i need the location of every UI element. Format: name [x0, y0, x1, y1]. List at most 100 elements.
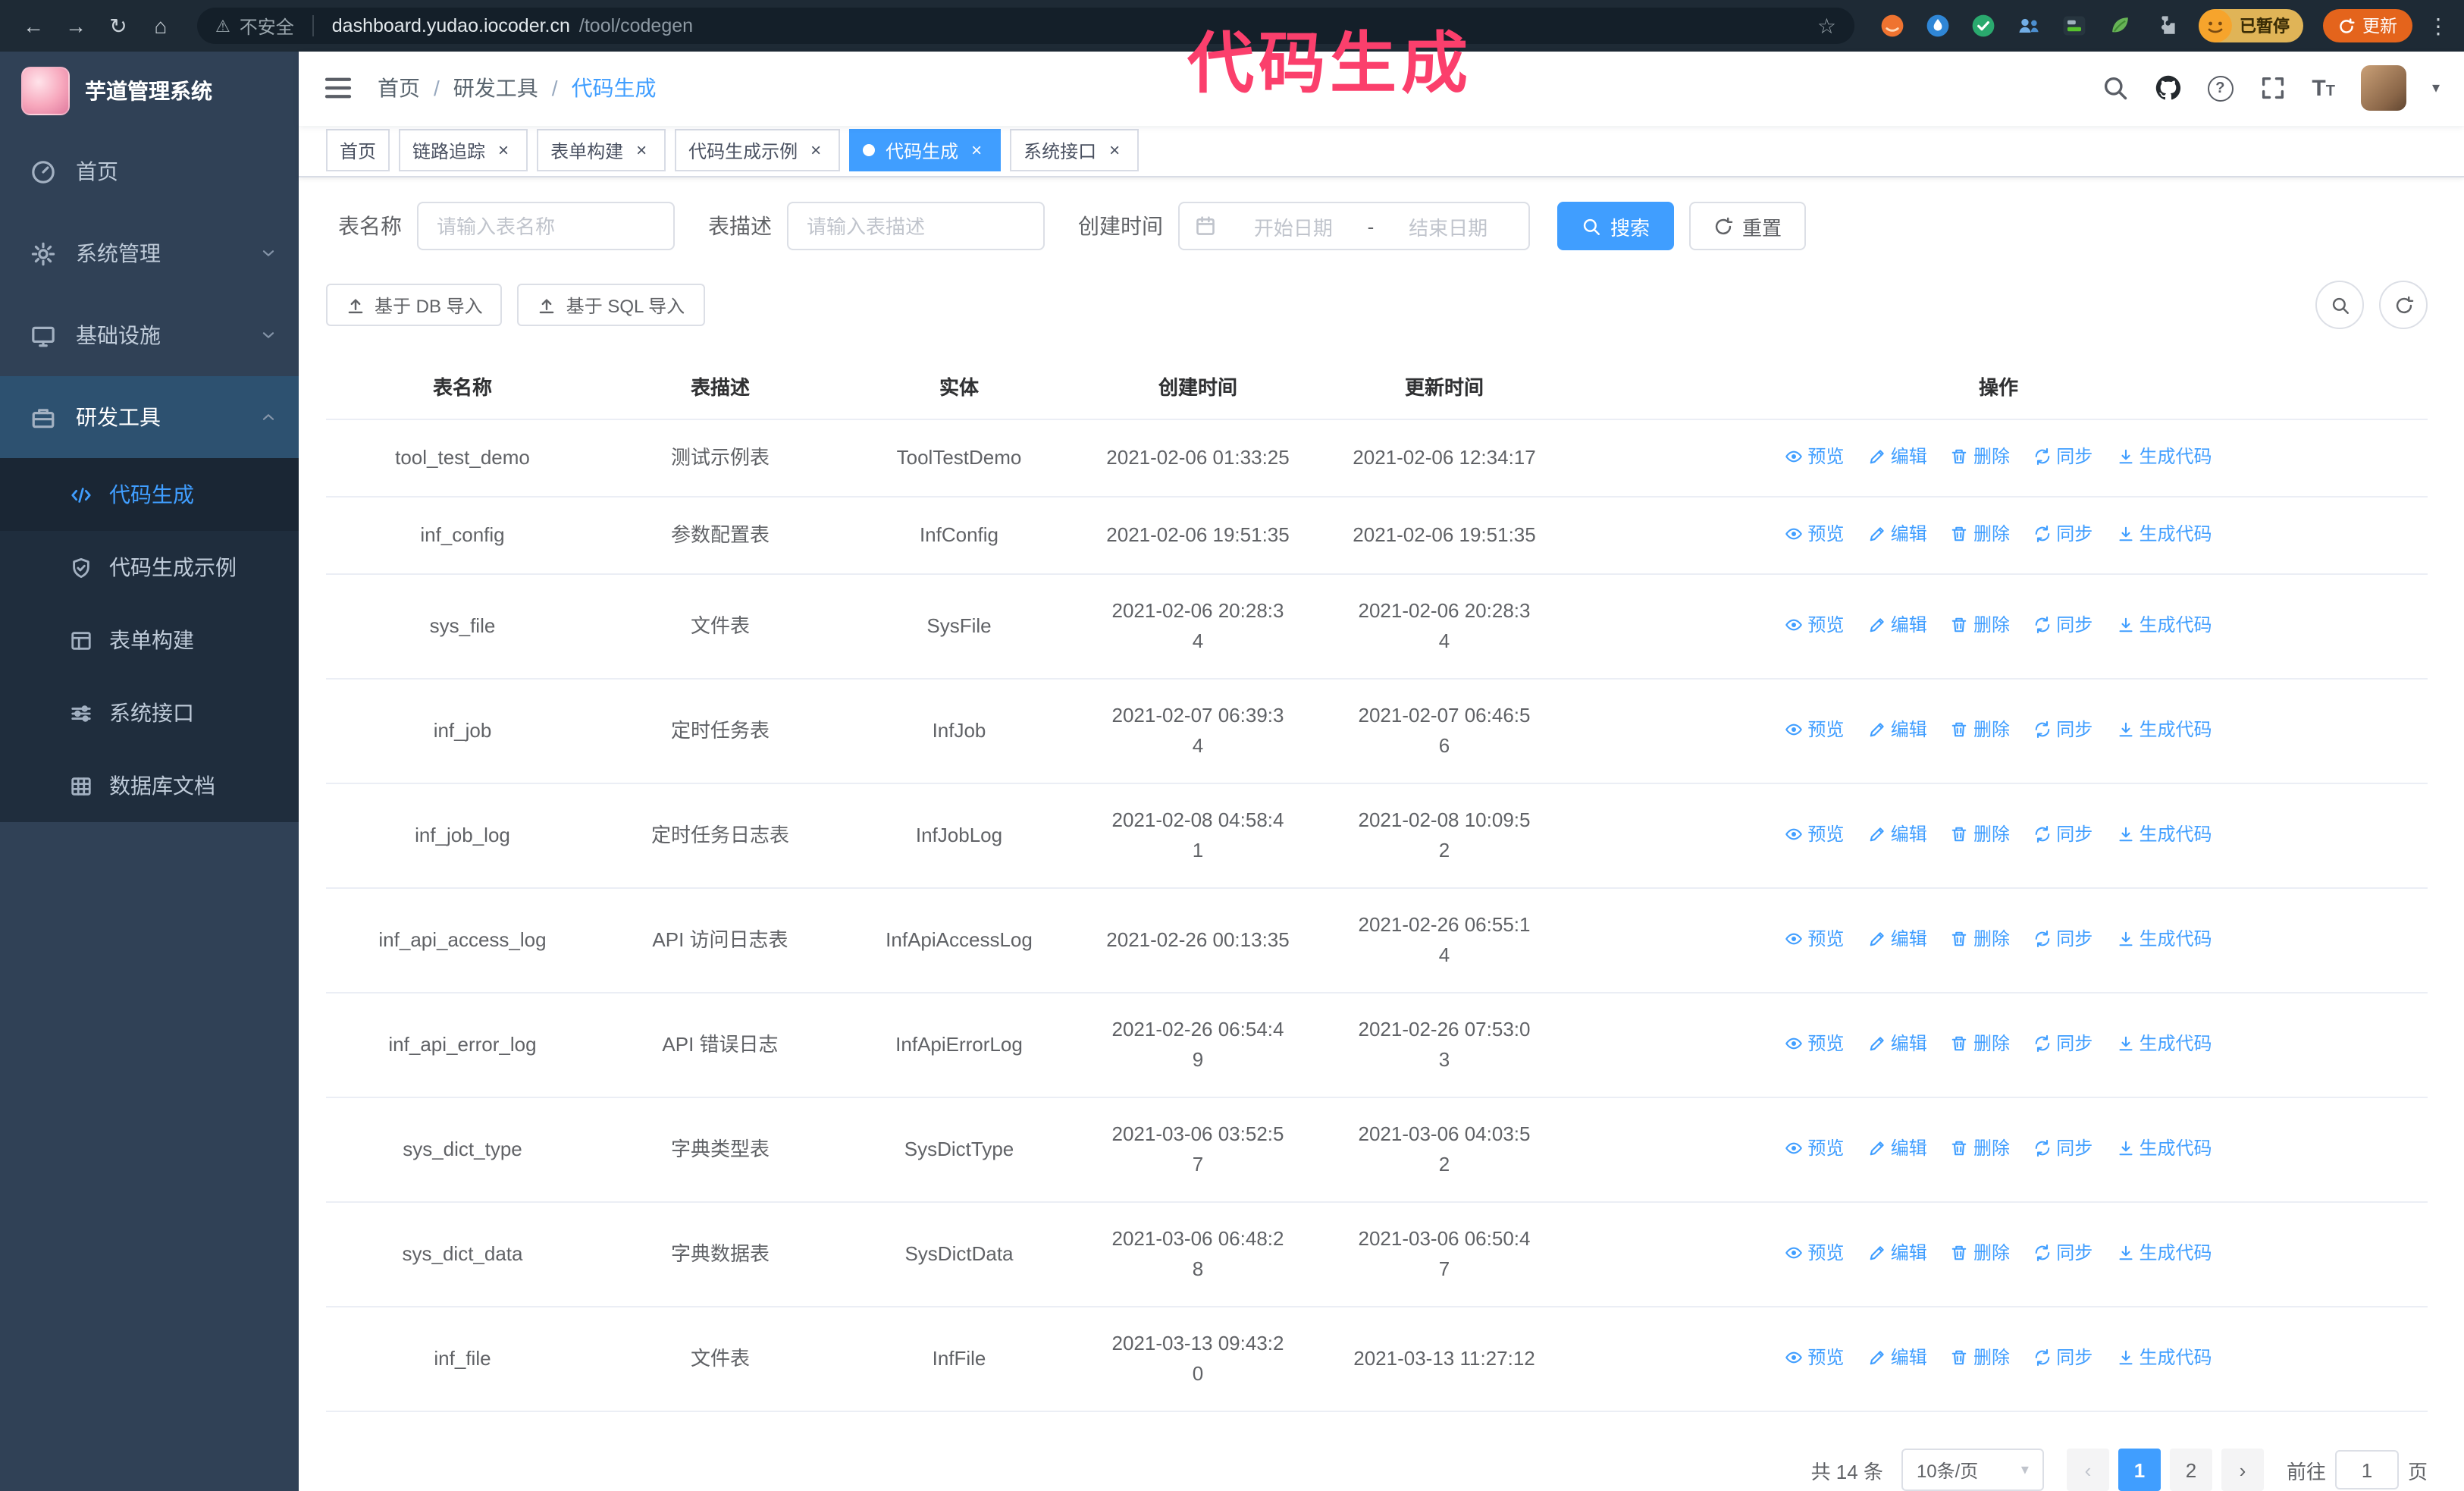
- breadcrumb-home[interactable]: 首页: [378, 74, 420, 104]
- tab-system-api[interactable]: 系统接口 ×: [1010, 129, 1140, 172]
- generate-code-link[interactable]: 生成代码: [2117, 610, 2212, 640]
- people-extension-icon[interactable]: [2014, 11, 2044, 41]
- bookmark-star-icon[interactable]: ☆: [1817, 13, 1836, 39]
- preview-link[interactable]: 预览: [1785, 819, 1844, 849]
- generate-code-link[interactable]: 生成代码: [2117, 1342, 2212, 1373]
- app-logo[interactable]: 芋道管理系统: [0, 52, 299, 130]
- generate-code-link[interactable]: 生成代码: [2117, 1028, 2212, 1059]
- tab-home[interactable]: 首页: [326, 129, 390, 172]
- browser-back-button[interactable]: ←: [15, 8, 52, 44]
- refresh-table-button[interactable]: [2379, 281, 2428, 329]
- edit-link[interactable]: 编辑: [1868, 1028, 1927, 1059]
- sidebar-item-form-builder[interactable]: 表单构建: [0, 604, 299, 676]
- browser-menu-button[interactable]: ⋮: [2428, 13, 2449, 39]
- page-size-select[interactable]: 10条/页 ▾: [1901, 1449, 2044, 1491]
- edit-link[interactable]: 编辑: [1868, 1133, 1927, 1163]
- breadcrumb-dev-tools[interactable]: 研发工具: [453, 74, 538, 104]
- browser-reload-button[interactable]: ↻: [100, 8, 136, 44]
- tab-codegen[interactable]: 代码生成 ×: [849, 129, 1002, 172]
- preview-link[interactable]: 预览: [1785, 519, 1844, 549]
- sidebar-item-home[interactable]: 首页: [0, 130, 299, 212]
- edit-link[interactable]: 编辑: [1868, 714, 1927, 745]
- delete-link[interactable]: 删除: [1951, 519, 2010, 549]
- toggle-search-button[interactable]: [2315, 281, 2364, 329]
- profile-paused-chip[interactable]: 已暂停: [2199, 9, 2303, 42]
- delete-link[interactable]: 删除: [1951, 1238, 2010, 1268]
- sync-link[interactable]: 同步: [2033, 819, 2093, 849]
- sync-link[interactable]: 同步: [2033, 610, 2093, 640]
- help-icon[interactable]: ?: [2207, 75, 2234, 102]
- page-button-1[interactable]: 1: [2118, 1449, 2161, 1491]
- close-icon[interactable]: ×: [805, 140, 826, 162]
- generate-code-link[interactable]: 生成代码: [2117, 924, 2212, 954]
- delete-link[interactable]: 删除: [1951, 1133, 2010, 1163]
- preview-link[interactable]: 预览: [1785, 610, 1844, 640]
- preview-link[interactable]: 预览: [1785, 1238, 1844, 1268]
- address-bar[interactable]: ⚠ 不安全 dashboard.yudao.iocoder.cn /tool/c…: [197, 8, 1854, 44]
- next-page-button[interactable]: ›: [2221, 1449, 2264, 1491]
- edit-link[interactable]: 编辑: [1868, 819, 1927, 849]
- import-sql-button[interactable]: 基于 SQL 导入: [517, 284, 705, 326]
- close-icon[interactable]: ×: [966, 140, 987, 162]
- edit-link[interactable]: 编辑: [1868, 924, 1927, 954]
- generate-code-link[interactable]: 生成代码: [2117, 1238, 2212, 1268]
- sidebar-item-system-management[interactable]: 系统管理: [0, 212, 299, 294]
- sync-link[interactable]: 同步: [2033, 924, 2093, 954]
- table-name-input[interactable]: [417, 202, 675, 250]
- user-avatar[interactable]: [2360, 65, 2406, 111]
- prev-page-button[interactable]: ‹: [2066, 1449, 2109, 1491]
- fullscreen-icon[interactable]: [2259, 75, 2286, 102]
- generate-code-link[interactable]: 生成代码: [2117, 519, 2212, 549]
- fox-extension-icon[interactable]: [1877, 11, 1908, 41]
- sync-link[interactable]: 同步: [2033, 714, 2093, 745]
- delete-link[interactable]: 删除: [1951, 1342, 2010, 1373]
- page-button-2[interactable]: 2: [2169, 1449, 2212, 1491]
- edit-link[interactable]: 编辑: [1868, 1342, 1927, 1373]
- import-db-button[interactable]: 基于 DB 导入: [326, 284, 503, 326]
- preview-link[interactable]: 预览: [1785, 1342, 1844, 1373]
- browser-forward-button[interactable]: →: [58, 8, 94, 44]
- preview-link[interactable]: 预览: [1785, 714, 1844, 745]
- preview-link[interactable]: 预览: [1785, 924, 1844, 954]
- avatar-caret-icon[interactable]: ▾: [2432, 80, 2440, 97]
- header-search-icon[interactable]: [2101, 75, 2128, 102]
- delete-link[interactable]: 删除: [1951, 1028, 2010, 1059]
- check-circle-extension-icon[interactable]: [1968, 11, 1998, 41]
- generate-code-link[interactable]: 生成代码: [2117, 1133, 2212, 1163]
- tab-form-builder[interactable]: 表单构建 ×: [537, 129, 666, 172]
- leaf-extension-icon[interactable]: [2105, 11, 2135, 41]
- preview-link[interactable]: 预览: [1785, 1133, 1844, 1163]
- sidebar-item-db-docs[interactable]: 数据库文档: [0, 749, 299, 822]
- browser-home-button[interactable]: ⌂: [143, 8, 179, 44]
- delete-link[interactable]: 删除: [1951, 610, 2010, 640]
- drop-extension-icon[interactable]: [1923, 11, 1953, 41]
- sync-link[interactable]: 同步: [2033, 1342, 2093, 1373]
- sync-link[interactable]: 同步: [2033, 1028, 2093, 1059]
- preview-link[interactable]: 预览: [1785, 441, 1844, 472]
- edit-link[interactable]: 编辑: [1868, 441, 1927, 472]
- table-desc-input[interactable]: [787, 202, 1045, 250]
- delete-link[interactable]: 删除: [1951, 924, 2010, 954]
- sidebar-toggle-button[interactable]: [323, 74, 353, 104]
- delete-link[interactable]: 删除: [1951, 441, 2010, 472]
- generate-code-link[interactable]: 生成代码: [2117, 441, 2212, 472]
- generate-code-link[interactable]: 生成代码: [2117, 819, 2212, 849]
- edit-link[interactable]: 编辑: [1868, 519, 1927, 549]
- sidebar-item-codegen-example[interactable]: 代码生成示例: [0, 531, 299, 604]
- puzzle-extension-icon[interactable]: [2150, 11, 2180, 41]
- delete-link[interactable]: 删除: [1951, 714, 2010, 745]
- sidebar-item-system-api[interactable]: 系统接口: [0, 676, 299, 749]
- tab-codegen-example[interactable]: 代码生成示例 ×: [675, 129, 841, 172]
- close-icon[interactable]: ×: [493, 140, 514, 162]
- sidebar-item-dev-tools[interactable]: 研发工具: [0, 376, 299, 458]
- sidebar-item-codegen[interactable]: 代码生成: [0, 458, 299, 531]
- close-icon[interactable]: ×: [631, 140, 652, 162]
- sidebar-item-infrastructure[interactable]: 基础设施: [0, 294, 299, 376]
- sync-link[interactable]: 同步: [2033, 441, 2093, 472]
- preview-link[interactable]: 预览: [1785, 1028, 1844, 1059]
- edit-link[interactable]: 编辑: [1868, 1238, 1927, 1268]
- reset-button[interactable]: 重置: [1689, 202, 1807, 250]
- edit-link[interactable]: 编辑: [1868, 610, 1927, 640]
- close-icon[interactable]: ×: [1104, 140, 1125, 162]
- goto-page-input[interactable]: [2334, 1450, 2399, 1489]
